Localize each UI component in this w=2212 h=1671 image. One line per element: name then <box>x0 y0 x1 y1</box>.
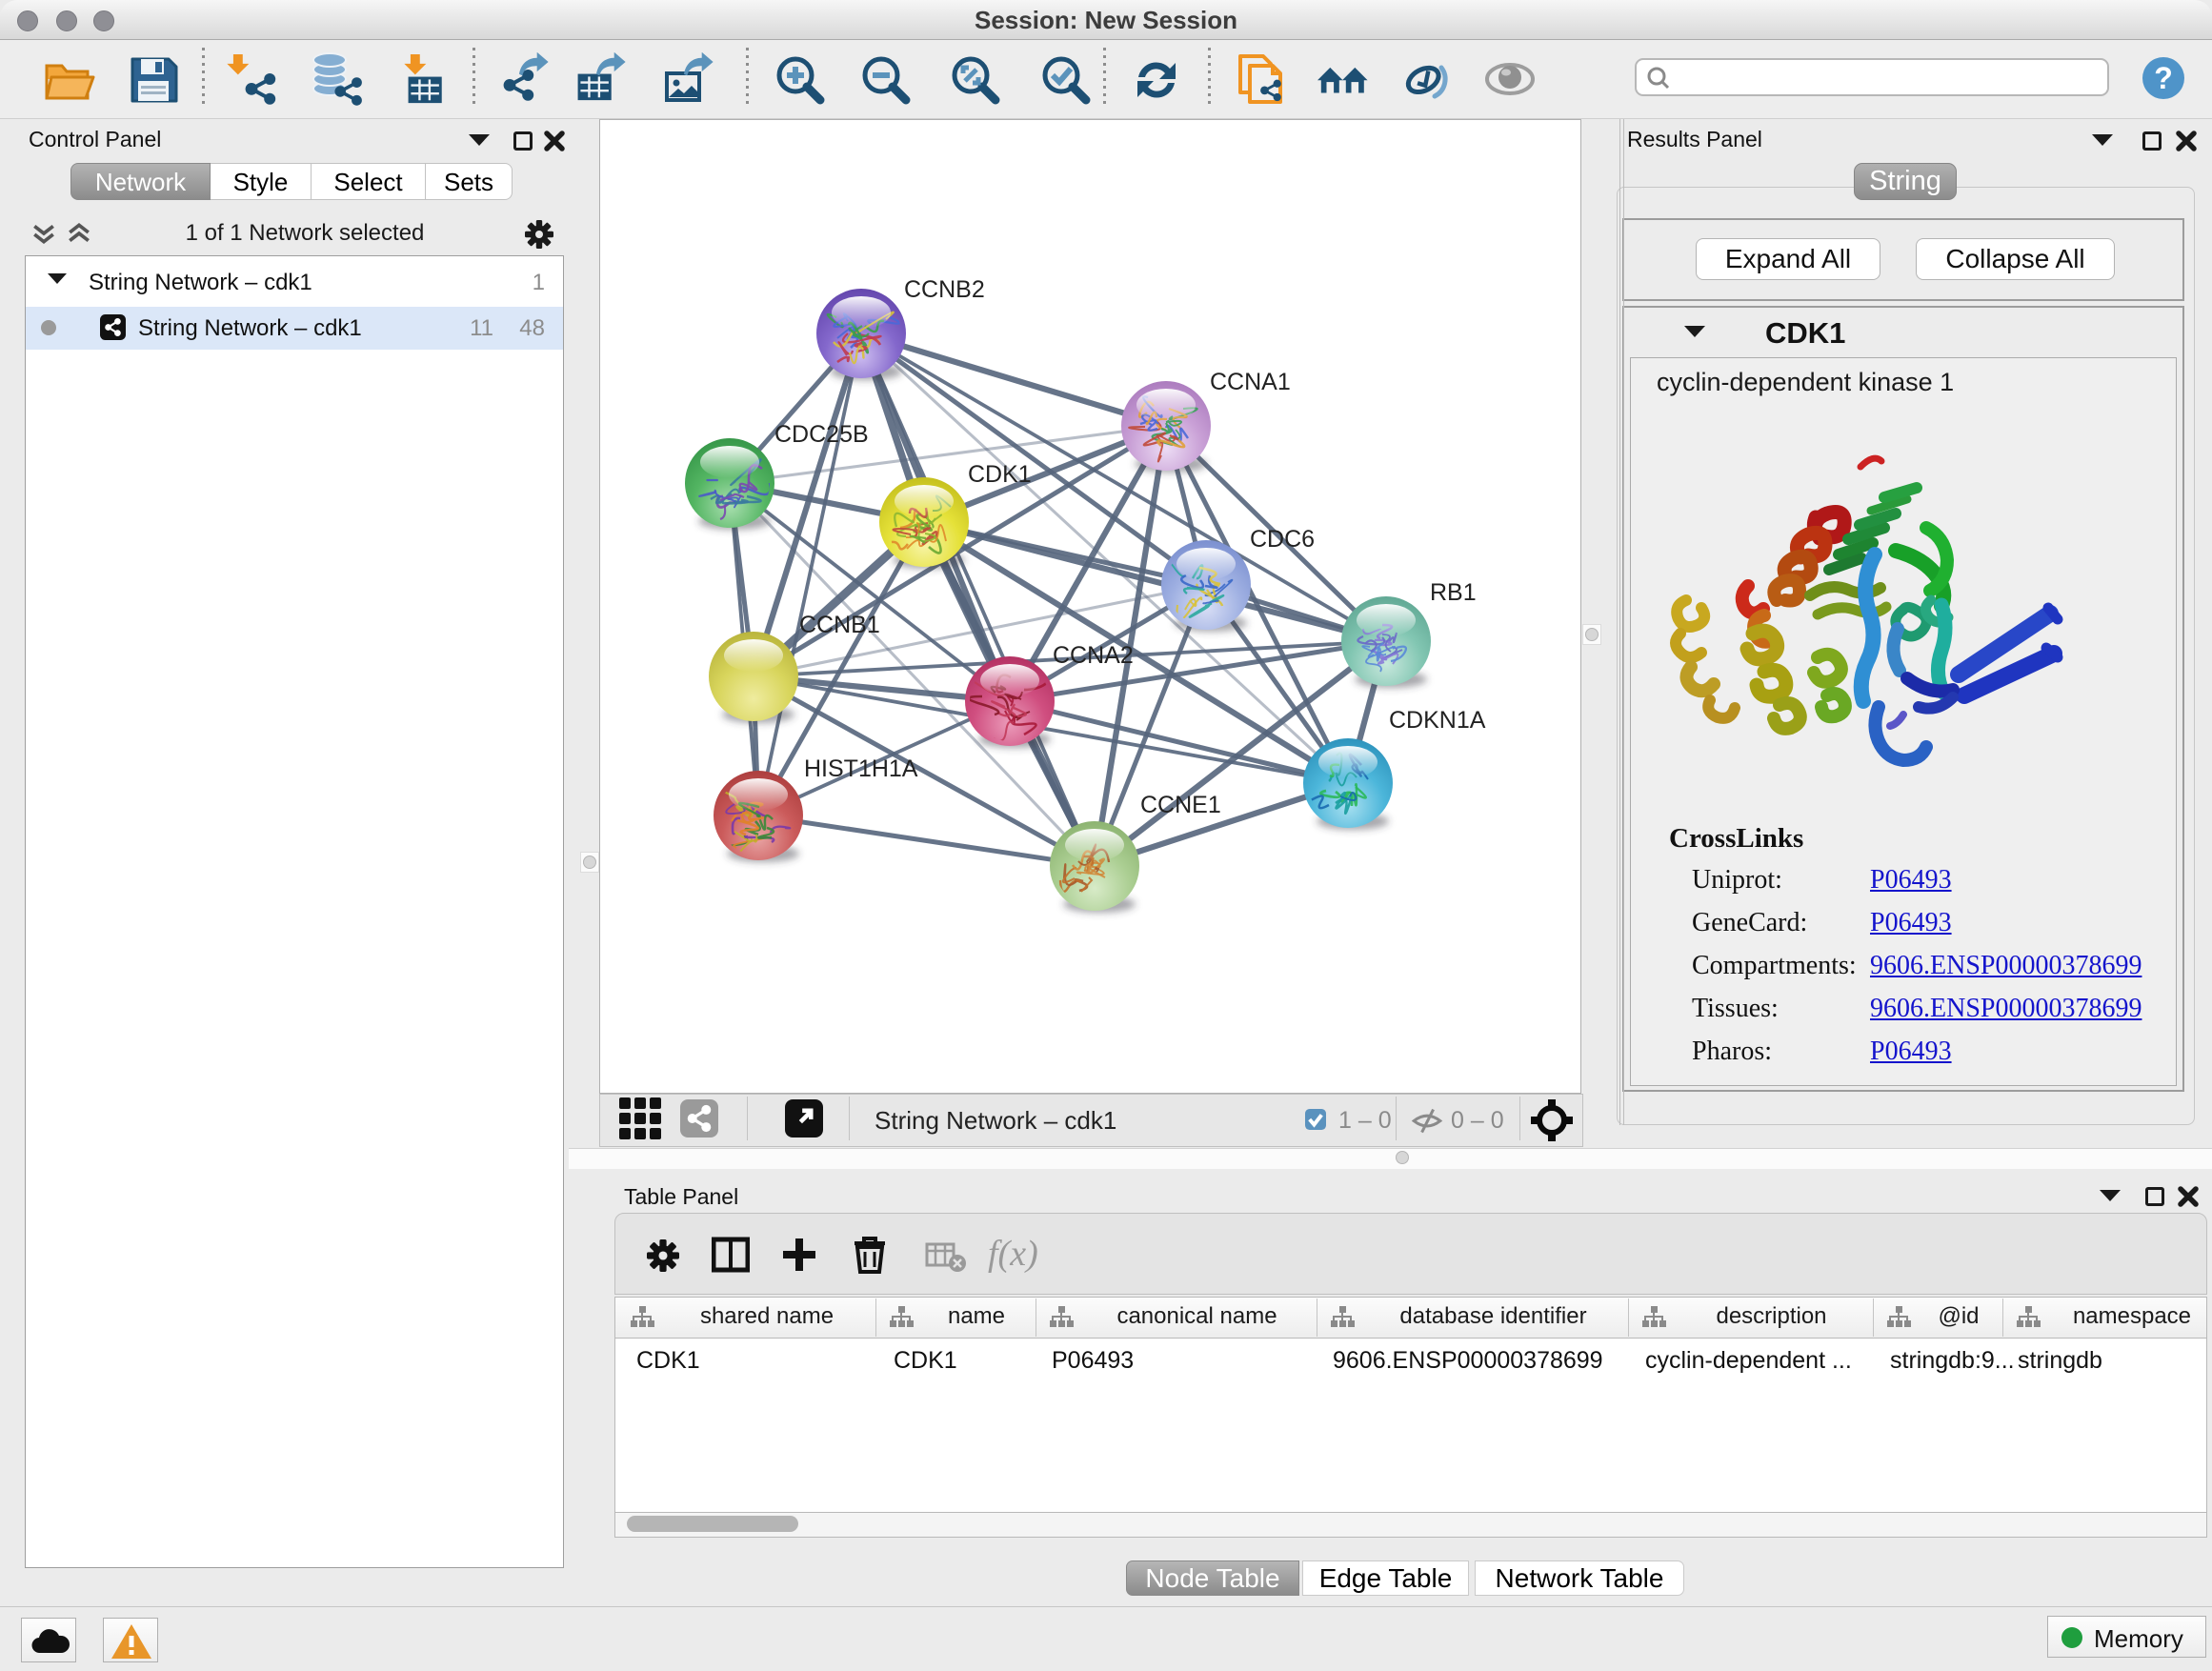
svg-text:CCNA2: CCNA2 <box>1053 642 1134 669</box>
svg-text:HIST1H1A: HIST1H1A <box>804 755 918 782</box>
svg-text:RB1: RB1 <box>1430 579 1477 606</box>
svg-text:CDC6: CDC6 <box>1250 526 1315 553</box>
svg-text:CDKN1A: CDKN1A <box>1389 707 1486 734</box>
svg-text:CCNB2: CCNB2 <box>904 276 985 303</box>
svg-text:CCNE1: CCNE1 <box>1140 792 1221 818</box>
svg-text:CCNB1: CCNB1 <box>799 612 880 638</box>
svg-text:CDC25B: CDC25B <box>774 421 869 448</box>
svg-text:CDK1: CDK1 <box>968 461 1032 488</box>
svg-text:CCNA1: CCNA1 <box>1210 369 1291 395</box>
